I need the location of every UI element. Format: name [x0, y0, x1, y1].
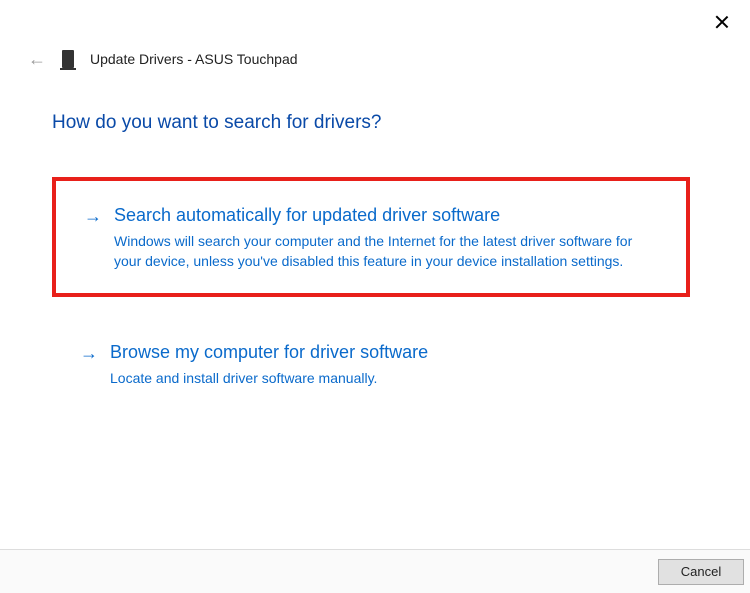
back-arrow-icon[interactable]: ←: [28, 50, 46, 68]
arrow-right-icon: →: [80, 341, 98, 365]
option-search-automatically[interactable]: → Search automatically for updated drive…: [52, 177, 690, 297]
option-title: Browse my computer for driver software: [110, 340, 670, 364]
window-title: Update Drivers - ASUS Touchpad: [90, 51, 298, 67]
cancel-label: Cancel: [681, 564, 721, 579]
header: ← Update Drivers - ASUS Touchpad: [28, 50, 298, 68]
footer: Cancel: [0, 549, 750, 593]
option-browse-computer[interactable]: → Browse my computer for driver software…: [52, 318, 690, 410]
close-icon[interactable]: [714, 14, 730, 30]
option-description: Locate and install driver software manua…: [110, 368, 650, 388]
cancel-button[interactable]: Cancel: [658, 559, 744, 585]
page-heading: How do you want to search for drivers?: [52, 112, 382, 134]
option-title: Search automatically for updated driver …: [114, 203, 666, 227]
device-icon: [62, 50, 74, 68]
arrow-right-icon: →: [84, 204, 102, 228]
option-description: Windows will search your computer and th…: [114, 231, 654, 271]
